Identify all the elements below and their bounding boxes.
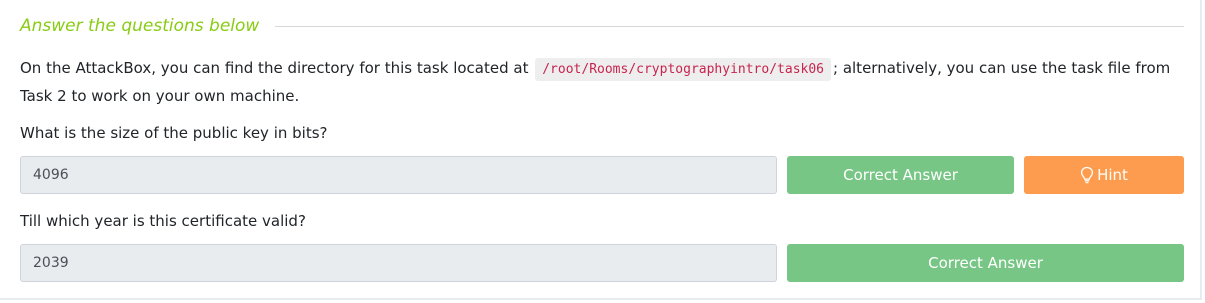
question-2-answer-field[interactable]: 2039	[20, 244, 777, 282]
task-description: On the AttackBox, you can find the direc…	[20, 55, 1185, 110]
question-2-correct-answer-button[interactable]: Correct Answer	[787, 244, 1184, 282]
question-2-correct-answer-label: Correct Answer	[928, 254, 1043, 272]
question-2-text: Till which year is this certificate vali…	[20, 212, 306, 230]
header-divider	[275, 25, 1184, 27]
description-text-before: On the AttackBox, you can find the direc…	[20, 59, 529, 77]
section-header: Answer the questions below	[20, 12, 1184, 40]
question-1-correct-answer-label: Correct Answer	[843, 166, 958, 184]
section-title: Answer the questions below	[20, 16, 260, 36]
lightbulb-icon	[1080, 166, 1094, 184]
question-1-hint-label: Hint	[1097, 166, 1128, 184]
question-1-answer-field[interactable]: 4096	[20, 156, 777, 194]
task-questions-card: Answer the questions below On the Attack…	[0, 0, 1202, 300]
question-1-hint-button[interactable]: Hint	[1024, 156, 1184, 194]
directory-path-code: /root/Rooms/cryptographyintro/task06	[535, 58, 831, 81]
question-1-text: What is the size of the public key in bi…	[20, 124, 328, 142]
question-1-correct-answer-button[interactable]: Correct Answer	[787, 156, 1014, 194]
